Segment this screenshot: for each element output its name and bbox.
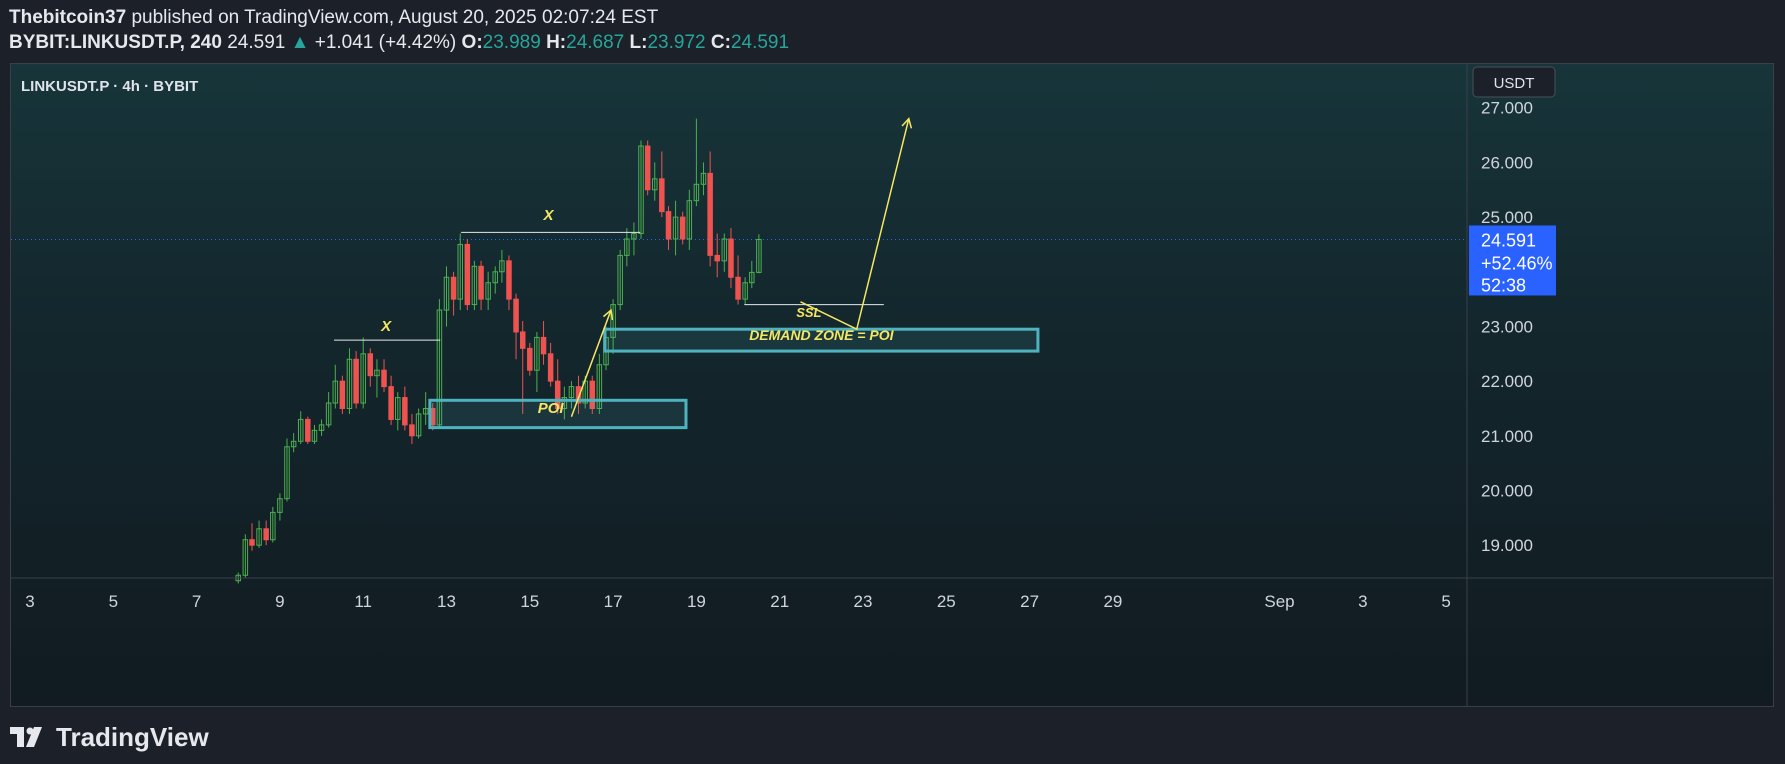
x-tick-label: 9	[275, 592, 284, 611]
y-tick-label: 20.000	[1481, 482, 1533, 501]
x-tick-label: 13	[437, 592, 456, 611]
symbol-timeframe: BYBIT:LINKUSDT.P, 240	[9, 32, 222, 53]
high-label: H:	[546, 32, 567, 53]
chart-symbol-label: LINKUSDT.P · 4h · BYBIT	[21, 78, 198, 95]
x-tick-label: 21	[770, 592, 789, 611]
candle-down	[707, 172, 713, 256]
low-label: L:	[629, 32, 648, 53]
author-name[interactable]: Thebitcoin37	[9, 7, 126, 28]
x-tick-label: 23	[854, 592, 873, 611]
x-tick-label: 3	[1358, 592, 1367, 611]
publish-line: Thebitcoin37 published on TradingView.co…	[9, 7, 658, 29]
ohlc-line: BYBIT:LINKUSDT.P, 240 24.591 ▲ +1.041 (+…	[9, 32, 789, 54]
y-tick-label: 23.000	[1481, 317, 1533, 336]
close-value: 24.591	[730, 32, 790, 53]
chart-frame[interactable]: X X POI DEMAND ZONE = POI SSL 19.000 20.000 21…	[10, 63, 1774, 707]
candle-down	[249, 539, 255, 546]
open-label: O:	[461, 32, 483, 53]
candle-down	[305, 418, 311, 442]
candle-down	[339, 380, 346, 409]
candle-down	[735, 276, 741, 300]
low-value: 23.972	[647, 32, 706, 53]
currency-label: USDT	[1494, 75, 1535, 92]
publish-info: published on TradingView.com, August 20,…	[131, 7, 659, 28]
x-tick-label: 19	[687, 592, 706, 611]
y-tick-label: 22.000	[1481, 372, 1533, 391]
x-tick-label: 7	[192, 592, 201, 611]
y-tick-label: 25.000	[1481, 208, 1533, 227]
y-tick-label: 21.000	[1481, 427, 1533, 446]
y-tick-label: 27.000	[1481, 99, 1533, 118]
candle-down	[513, 298, 519, 333]
last-price: 24.591	[227, 32, 286, 53]
tradingview-logo[interactable]: TradingView	[10, 720, 209, 754]
x-tick-label: 25	[937, 592, 956, 611]
candle-down	[644, 145, 651, 191]
candle-down	[527, 347, 533, 371]
candle-down	[659, 178, 665, 213]
x-tick-label: 5	[1441, 592, 1450, 611]
candle-down	[714, 254, 720, 262]
open-value: 23.989	[482, 32, 541, 53]
candle-down	[409, 424, 415, 437]
candle-down	[519, 331, 526, 349]
x-tick-label: Sep	[1264, 592, 1294, 611]
x-tick-label: 11	[354, 592, 372, 611]
ssl-label: SSL	[796, 305, 821, 320]
currency-button[interactable]: USDT	[1472, 66, 1556, 98]
candle-down	[353, 358, 359, 404]
candle-down	[665, 211, 672, 240]
candle-down	[478, 265, 484, 300]
candle-down	[506, 260, 512, 300]
candle-down	[388, 386, 394, 420]
demand-zone-label: DEMAND ZONE = POI	[749, 327, 894, 343]
up-triangle-icon: ▲	[290, 32, 310, 53]
candle-down	[547, 353, 554, 382]
candle-down	[679, 216, 686, 240]
candle-down	[540, 336, 547, 355]
candle-down	[464, 243, 471, 306]
y-tick-label: 19.000	[1481, 536, 1533, 555]
poi-label: POI	[538, 400, 565, 417]
candle-down	[367, 353, 374, 377]
close-label: C:	[710, 32, 731, 53]
x-tick-label: 3	[25, 592, 34, 611]
x-tick-label: 15	[520, 592, 539, 611]
candle-down	[381, 369, 387, 388]
y-tick-label: 26.000	[1481, 153, 1533, 172]
projection-arrow	[800, 118, 910, 331]
candle-down	[728, 238, 734, 278]
tradingview-brand: TradingView	[56, 721, 209, 752]
x-tick-label: 27	[1020, 592, 1039, 611]
candle-down	[450, 276, 457, 300]
x-tick-label: 29	[1103, 592, 1122, 611]
tradingview-logo-icon	[10, 727, 46, 747]
price-box: 24.591 +52.46% 52:38	[1469, 225, 1556, 296]
chart-canvas[interactable]: X X POI DEMAND ZONE = POI SSL 19.000 20.000 21…	[11, 64, 1774, 707]
change-value: +1.041 (+4.42%)	[314, 32, 457, 53]
candle-down	[402, 397, 408, 426]
price-box-countdown: 52:38	[1481, 275, 1526, 295]
price-box-price: 24.591	[1481, 230, 1536, 250]
candle-down	[263, 528, 269, 541]
x-label: X	[543, 207, 555, 224]
x-tick-label: 5	[109, 592, 118, 611]
high-value: 24.687	[566, 32, 625, 53]
price-box-change: +52.46%	[1481, 253, 1553, 273]
x-label: X	[380, 318, 392, 335]
x-tick-label: 17	[604, 592, 623, 611]
